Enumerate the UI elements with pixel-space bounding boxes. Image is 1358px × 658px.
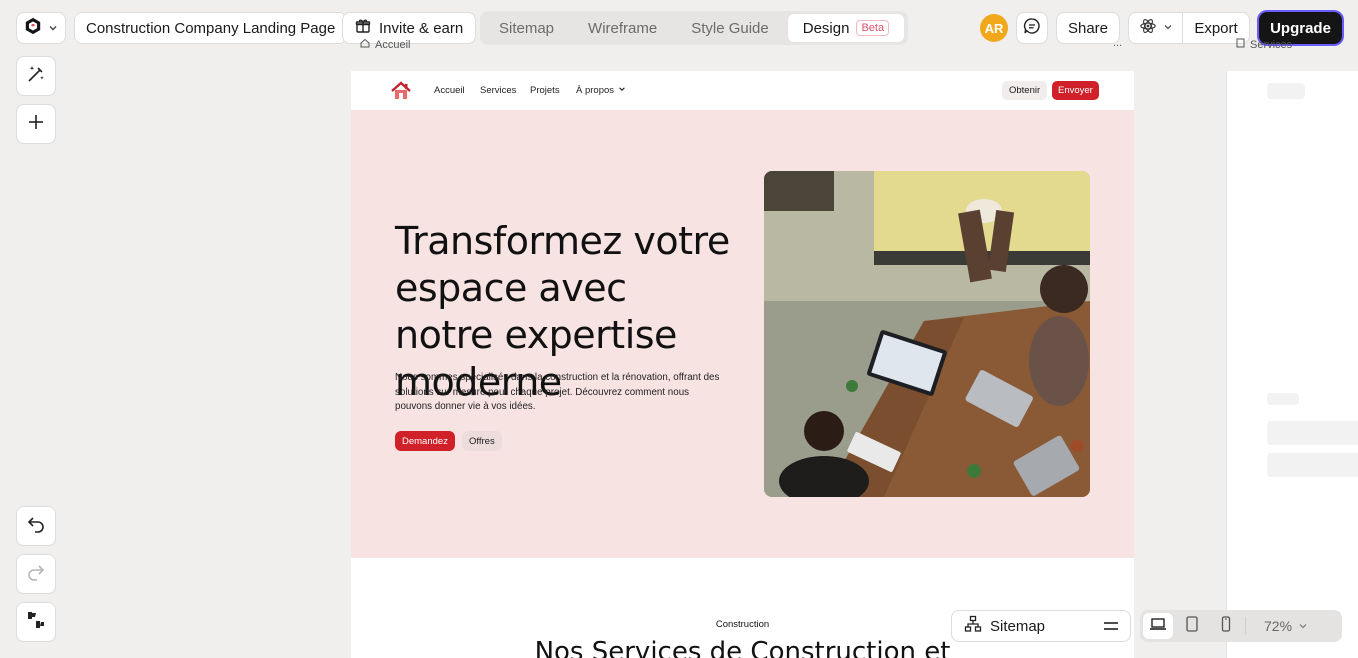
design-frame-services[interactable] <box>1226 71 1358 658</box>
nav-link-a-propos-label: À propos <box>576 85 615 96</box>
sitemap-label: Sitemap <box>990 617 1046 635</box>
page-icon <box>1236 38 1245 51</box>
hero-description: Nous sommes spécialisés dans la construc… <box>395 372 720 412</box>
nav-envoyer-button[interactable]: Envoyer <box>1052 81 1099 100</box>
gift-icon <box>355 18 371 38</box>
tab-design-label: Design <box>802 19 850 37</box>
chevron-down-icon <box>1298 618 1308 634</box>
nav-link-projets[interactable]: Projets <box>530 85 560 96</box>
frame2-label-text: Services <box>1250 38 1293 51</box>
sitemap-button-content: Sitemap <box>964 615 1045 637</box>
offres-button[interactable]: Offres <box>462 431 502 451</box>
hero-office-photo <box>764 171 1090 497</box>
share-button[interactable]: Share <box>1056 12 1120 44</box>
avatar[interactable]: AR <box>980 14 1008 42</box>
app-logo-icon <box>24 17 42 39</box>
tab-style-guide[interactable]: Style Guide <box>676 14 784 42</box>
nav-link-a-propos[interactable]: À propos <box>576 85 626 96</box>
undo-icon <box>26 514 46 538</box>
zoom-value: 72% <box>1264 618 1293 634</box>
placeholder-block <box>1267 393 1299 405</box>
frame2-label[interactable]: Services <box>1236 38 1292 51</box>
mode-tabs: Sitemap Wireframe Style Guide Design Bet… <box>480 11 909 45</box>
mobile-view-button[interactable] <box>1211 613 1241 639</box>
beta-badge: Beta <box>856 20 890 36</box>
chevron-down-icon <box>618 85 626 96</box>
hero-section: Transformez votre espace avec notre expe… <box>351 110 1134 558</box>
sitemap-tree-icon <box>964 615 982 637</box>
tab-wireframe[interactable]: Wireframe <box>573 14 672 42</box>
design-frame-accueil[interactable]: Accueil Services Projets À propos Obteni… <box>351 71 1134 658</box>
project-title[interactable]: Construction Company Landing Page <box>74 12 348 44</box>
add-button[interactable] <box>16 104 56 144</box>
frame-label[interactable]: Accueil <box>360 38 410 51</box>
nav-obtenir-button[interactable]: Obtenir <box>1002 81 1048 100</box>
chat-bubble-icon <box>1023 17 1041 39</box>
framework-select[interactable] <box>1129 13 1183 43</box>
tab-design[interactable]: Design Beta <box>787 14 905 42</box>
menu-lines-icon <box>1104 618 1118 635</box>
home-icon <box>360 38 370 51</box>
site-navbar: Accueil Services Projets À propos Obteni… <box>351 71 1134 110</box>
laptop-icon <box>1149 617 1167 636</box>
toolbar-group: Export <box>1128 12 1250 44</box>
divider <box>1245 617 1246 635</box>
tablet-icon <box>1185 615 1199 637</box>
comments-button[interactable] <box>1016 12 1048 44</box>
placeholder-block <box>1267 83 1305 99</box>
magic-wand-icon <box>25 63 47 89</box>
desktop-view-button[interactable] <box>1143 613 1173 639</box>
tablet-view-button[interactable] <box>1177 613 1207 639</box>
frame-label-text: Accueil <box>375 38 411 51</box>
ai-edit-button[interactable] <box>16 56 56 96</box>
tab-sitemap[interactable]: Sitemap <box>484 14 569 42</box>
redo-icon <box>26 562 46 586</box>
plus-icon <box>26 112 46 136</box>
placeholder-block <box>1267 421 1358 445</box>
redo-button[interactable] <box>16 554 56 594</box>
chevron-down-icon <box>1163 19 1173 37</box>
app-menu-button[interactable] <box>16 12 66 44</box>
viewport-controls: 72% <box>1140 610 1342 642</box>
phone-icon <box>1220 615 1232 637</box>
feedback-button[interactable] <box>16 602 56 642</box>
house-logo-icon[interactable] <box>390 80 412 102</box>
demandez-button[interactable]: Demandez <box>395 431 455 451</box>
nav-link-accueil[interactable]: Accueil <box>434 85 465 96</box>
react-atom-icon <box>1139 17 1157 40</box>
invite-label: Invite & earn <box>379 19 464 37</box>
placeholder-block <box>1267 453 1358 477</box>
nav-link-services[interactable]: Services <box>480 85 516 96</box>
frame-more-button[interactable]: ... <box>1113 37 1122 49</box>
zoom-select[interactable]: 72% <box>1264 618 1308 634</box>
chevron-down-icon <box>48 20 58 37</box>
undo-button[interactable] <box>16 506 56 546</box>
thumbs-feedback-icon <box>25 609 47 635</box>
sitemap-toggle-button[interactable]: Sitemap <box>951 610 1131 642</box>
